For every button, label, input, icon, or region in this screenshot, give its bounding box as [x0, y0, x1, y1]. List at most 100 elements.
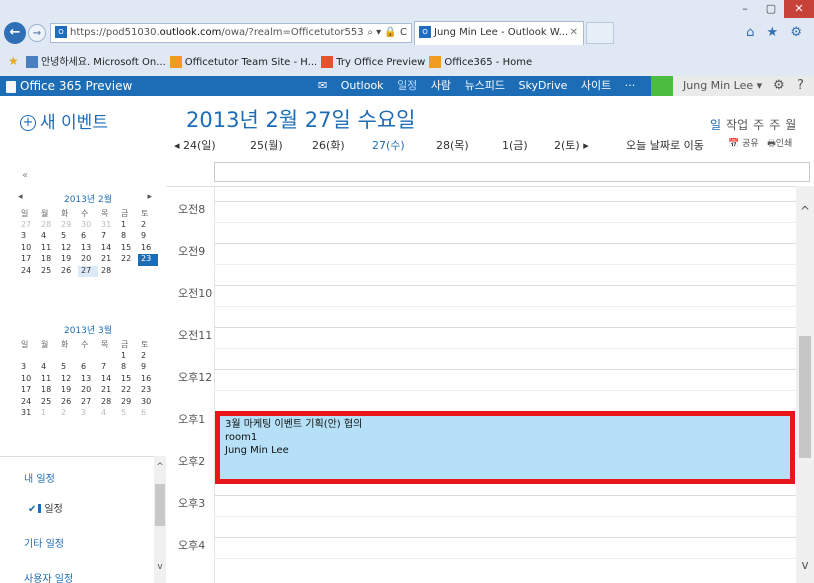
main-scroll-down-icon[interactable]: v: [796, 558, 814, 572]
scroll-down-arrow-icon[interactable]: v: [154, 562, 166, 572]
user-calendars-header[interactable]: 사용자 일정: [24, 570, 73, 583]
mini-calendar-day[interactable]: 15: [118, 374, 138, 386]
mini-calendar-day[interactable]: 12: [58, 374, 78, 386]
next-month-arrow-icon[interactable]: ▸: [147, 192, 152, 202]
user-menu[interactable]: Jung Min Lee ▾ ⚙ ?: [673, 76, 814, 96]
nav-newsfeed[interactable]: 뉴스피드: [465, 79, 505, 92]
mini-calendar-day[interactable]: 27: [78, 265, 98, 277]
back-button[interactable]: ←: [4, 22, 26, 44]
nav-sites[interactable]: 사이트: [581, 79, 611, 92]
favorite-link[interactable]: Officetutor Team Site - H...: [169, 48, 317, 76]
main-scroll-thumb[interactable]: [799, 336, 811, 458]
mini-calendar-day[interactable]: 14: [98, 243, 118, 255]
day-next[interactable]: 2(토) ▸: [554, 137, 589, 153]
mini-calendar-day[interactable]: 24: [18, 266, 38, 278]
notification-tile[interactable]: [651, 76, 673, 96]
mini-calendar-day[interactable]: 30: [78, 220, 98, 232]
mini-calendar-day[interactable]: 3: [18, 362, 38, 374]
mini-calendar-day[interactable]: 5: [58, 231, 78, 243]
favorite-link[interactable]: Try Office Preview: [321, 48, 425, 76]
mini-calendar-day[interactable]: 16: [138, 243, 158, 255]
print-button[interactable]: 인쇄: [776, 139, 793, 149]
office365-logo[interactable]: Office 365 Preview: [6, 76, 132, 96]
view-day[interactable]: 일: [710, 118, 721, 132]
mini-calendar-day[interactable]: 25: [38, 397, 58, 409]
mini-calendar-day[interactable]: 31: [18, 408, 38, 420]
view-month[interactable]: 월: [785, 118, 796, 132]
new-tab-button[interactable]: [586, 22, 614, 44]
time-grid[interactable]: 오전8 오전9 오전10 오전11 오후12 오후1 오후2 오후3 오후4: [166, 186, 796, 583]
mini-calendar-day[interactable]: 2: [58, 408, 78, 420]
day-26[interactable]: 26(화): [312, 137, 345, 153]
mini-calendar-day[interactable]: 7: [98, 362, 118, 374]
help-icon[interactable]: ?: [797, 76, 804, 96]
mini-calendar-day[interactable]: 22: [118, 385, 138, 397]
mini-calendar-day[interactable]: 8: [118, 362, 138, 374]
mini-calendar-day[interactable]: 6: [78, 362, 98, 374]
mini-calendar-day[interactable]: 28: [98, 397, 118, 409]
mini-calendar-day[interactable]: 20: [78, 385, 98, 397]
mini-calendar-day[interactable]: 23: [138, 254, 158, 266]
mini-calendar-day[interactable]: 23: [138, 385, 158, 397]
mini-calendar-day[interactable]: 30: [138, 397, 158, 409]
mini-calendar-day[interactable]: 29: [58, 220, 78, 232]
mini-calendar-day[interactable]: 24: [18, 397, 38, 409]
view-workweek[interactable]: 작업: [726, 118, 748, 132]
mini-calendar-day[interactable]: 1: [38, 408, 58, 420]
mini-calendar-day[interactable]: 16: [138, 374, 158, 386]
mini-calendar-day[interactable]: 10: [18, 243, 38, 255]
mini-calendar-day[interactable]: 9: [138, 231, 158, 243]
mini-calendar-day[interactable]: 17: [18, 254, 38, 266]
view-week-a[interactable]: 주: [753, 118, 764, 132]
mini-calendar-day[interactable]: 12: [58, 243, 78, 255]
mail-icon[interactable]: ✉: [318, 79, 327, 92]
close-window-button[interactable]: ✕: [784, 0, 814, 18]
my-calendar-item[interactable]: ✔ 일정: [28, 500, 63, 515]
favorite-link[interactable]: 안녕하세요. Microsoft On...: [25, 48, 166, 76]
mini-calendar-day[interactable]: 21: [98, 254, 118, 266]
all-day-row[interactable]: [214, 162, 810, 182]
nav-outlook[interactable]: Outlook: [341, 79, 384, 92]
left-scroll-thumb[interactable]: [155, 484, 165, 526]
nav-skydrive[interactable]: SkyDrive: [519, 79, 568, 92]
mini-calendar-day[interactable]: 19: [58, 254, 78, 266]
address-bar[interactable]: Ohttps://pod51030.outlook.com/owa/?realm…: [50, 23, 412, 43]
mini-calendar-day[interactable]: 3: [18, 231, 38, 243]
maximize-button[interactable]: ▢: [758, 0, 784, 18]
scroll-up-arrow-icon[interactable]: ^: [154, 462, 166, 472]
mini-calendar-day[interactable]: 18: [38, 385, 58, 397]
mini-calendar-day[interactable]: 5: [118, 408, 138, 420]
favorites-star-icon[interactable]: ★: [8, 54, 19, 68]
mini-calendar-day[interactable]: 27: [78, 397, 98, 409]
mini-calendar-day[interactable]: 27: [18, 220, 38, 232]
mini-calendar-day[interactable]: 25: [38, 266, 58, 278]
mini-calendar-day[interactable]: 28: [98, 266, 118, 278]
nav-calendar[interactable]: 일정: [397, 79, 417, 92]
other-calendars-header[interactable]: 기타 일정: [24, 535, 64, 550]
nav-people[interactable]: 사람: [431, 79, 451, 92]
mini-calendar-day[interactable]: 1: [118, 220, 138, 232]
tab-close-icon[interactable]: ✕: [570, 22, 578, 44]
share-button[interactable]: 공유: [742, 139, 759, 149]
left-scrollbar[interactable]: ^ v: [154, 456, 166, 583]
collapse-pane-button[interactable]: «: [22, 170, 28, 181]
nav-more[interactable]: ···: [625, 79, 636, 92]
mini-calendar-day[interactable]: 6: [138, 408, 158, 420]
day-28[interactable]: 28(목): [436, 137, 469, 153]
minimize-button[interactable]: –: [732, 0, 758, 18]
mini-calendar-day[interactable]: 13: [78, 374, 98, 386]
mini-calendar-day[interactable]: 10: [18, 374, 38, 386]
mini-calendar-day[interactable]: 4: [38, 231, 58, 243]
print-icon[interactable]: 🖶: [767, 139, 776, 149]
mini-calendar-day[interactable]: 28: [38, 220, 58, 232]
mini-calendar-day[interactable]: 7: [98, 231, 118, 243]
mini-calendar-day[interactable]: 5: [58, 362, 78, 374]
mini-calendar-day[interactable]: 26: [58, 397, 78, 409]
mini-calendar-day[interactable]: 22: [118, 254, 138, 266]
main-scroll-up-icon[interactable]: ^: [796, 204, 814, 218]
day-prev[interactable]: ◂ 24(일): [174, 137, 216, 153]
mini-calendar-day[interactable]: 29: [118, 397, 138, 409]
mini-calendar-day[interactable]: 17: [18, 385, 38, 397]
day-27-current[interactable]: 27(수): [372, 137, 405, 153]
favorite-link[interactable]: Office365 - Home: [429, 48, 532, 76]
